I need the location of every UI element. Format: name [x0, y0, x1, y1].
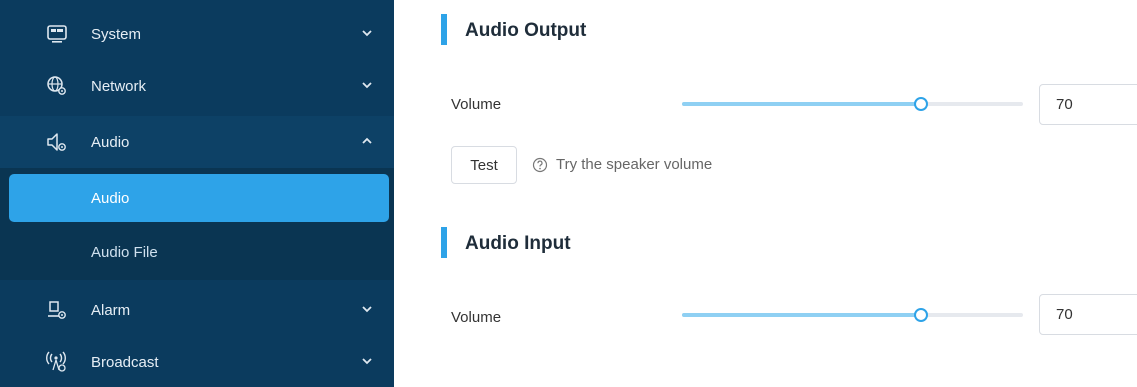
chevron-up-icon — [362, 137, 372, 144]
slider-handle[interactable] — [913, 97, 928, 111]
sidebar-item-audio[interactable]: Audio — [0, 116, 394, 168]
input-volume-input[interactable] — [1039, 294, 1137, 335]
slider-handle[interactable] — [913, 308, 928, 322]
sidebar-item-label: Alarm — [91, 301, 131, 319]
chevron-down-icon — [362, 30, 372, 37]
sidebar-subitem-audio[interactable]: Audio — [9, 174, 389, 222]
sidebar-item-label: Audio — [91, 133, 130, 151]
sidebar-nav: System Network Audio Audio Audio File Al… — [0, 0, 394, 387]
sidebar-item-label: System — [91, 25, 142, 43]
alarm-gear-icon — [48, 301, 66, 319]
sidebar: System Network Audio Audio Audio File Al… — [0, 0, 396, 387]
sidebar-subitem-audio-file[interactable]: Audio File — [0, 228, 394, 276]
sidebar-subitem-label: Audio — [91, 189, 130, 207]
audio-submenu: Audio Audio File — [0, 168, 394, 280]
sidebar-item-broadcast[interactable]: Broadcast — [0, 336, 394, 387]
sidebar-item-system[interactable]: System — [0, 8, 394, 60]
audio-input-title: Audio Input — [465, 233, 571, 254]
question-circle-icon — [532, 157, 548, 173]
monitor-icon — [47, 25, 67, 43]
slider-track — [682, 313, 921, 317]
sidebar-item-label: Network — [91, 77, 147, 95]
slider-track — [682, 102, 921, 106]
sidebar-item-alarm[interactable]: Alarm — [0, 284, 394, 336]
test-button[interactable]: Test — [451, 146, 517, 184]
chevron-down-icon — [362, 358, 372, 365]
broadcast-gear-icon — [46, 351, 66, 372]
speaker-gear-icon — [47, 133, 66, 151]
test-hint-text: Try the speaker volume — [556, 156, 713, 173]
section-accent-bar — [441, 227, 447, 258]
output-volume-slider[interactable] — [682, 96, 1023, 112]
section-accent-bar — [441, 14, 447, 45]
audio-output-title: Audio Output — [465, 20, 587, 41]
sidebar-item-label: Broadcast — [91, 353, 159, 371]
sidebar-subitem-label: Audio File — [91, 243, 158, 261]
output-volume-label: Volume — [451, 96, 502, 113]
chevron-down-icon — [362, 306, 372, 313]
globe-gear-icon — [47, 76, 66, 95]
output-volume-input[interactable] — [1039, 84, 1137, 125]
chevron-down-icon — [362, 82, 372, 89]
input-volume-slider[interactable] — [682, 307, 1023, 323]
input-volume-label: Volume — [451, 309, 502, 326]
sidebar-item-network[interactable]: Network — [0, 60, 394, 112]
